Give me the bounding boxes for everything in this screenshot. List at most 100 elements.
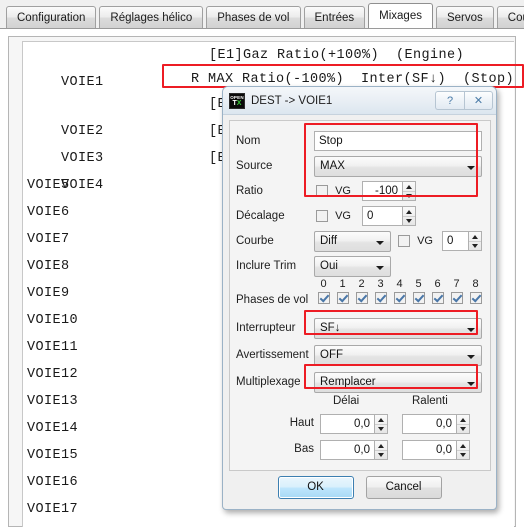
opentx-icon: OPEN TX (229, 92, 245, 109)
channel-label: VOIE5 (27, 178, 70, 193)
courbe-number-stepper[interactable]: 0 (442, 231, 483, 251)
channel-label: VOIE14 (27, 421, 79, 436)
help-icon[interactable]: ? (435, 91, 464, 110)
tab-configuration[interactable]: Configuration (6, 6, 97, 28)
bas-ralenti-stepper[interactable]: 0,0 (402, 440, 470, 460)
decalage-vg-checkbox[interactable] (316, 210, 328, 222)
field-row-avertissement: Avertissement OFF (230, 343, 490, 367)
field-row-decalage: Décalage VG 0 (230, 204, 490, 228)
source-label: Source (236, 160, 273, 172)
ok-button[interactable]: OK (277, 476, 354, 499)
interrupteur-label: Interrupteur (236, 322, 296, 334)
interrupteur-value: SF↓ (320, 322, 341, 334)
ratio-stepper[interactable]: -100 (362, 181, 417, 201)
channel-label: VOIE13 (27, 394, 79, 409)
courbe-number-value[interactable]: 0 (442, 231, 469, 251)
phase-checkbox-4[interactable] (393, 292, 406, 304)
close-icon[interactable]: ✕ (464, 91, 493, 110)
bas-delai-stepper[interactable]: 0,0 (320, 440, 388, 460)
tab-phases-de-vol[interactable]: Phases de vol (206, 6, 301, 28)
field-row-source: Source MAX (230, 154, 490, 178)
dialog-body: Nom Stop Source MAX Ratio VG -100 Décala… (229, 120, 491, 471)
channel-label: VOIE7 (27, 232, 70, 247)
list-item[interactable]: VOIE1 [E1]Gaz Ratio(+100%) (Engine) (23, 42, 514, 90)
chevron-down-icon (467, 355, 475, 359)
channel-label: VOIE8 (27, 259, 70, 274)
tab-bar: Configuration Réglages hélico Phases de … (0, 0, 524, 29)
nom-input[interactable]: Stop (314, 131, 482, 151)
decalage-label: Décalage (236, 210, 285, 222)
tab-reglages-helico[interactable]: Réglages hélico (99, 6, 204, 28)
inclure-trim-label: Inclure Trim (236, 260, 297, 272)
phase-number: 7 (453, 278, 460, 290)
ratio-stepper-buttons[interactable] (402, 181, 417, 201)
bas-delai-stepper-buttons[interactable] (374, 440, 388, 460)
courbe-vg-checkbox[interactable] (398, 235, 410, 247)
haut-ralenti-stepper-buttons[interactable] (456, 414, 470, 434)
chevron-down-icon (376, 266, 384, 270)
tab-entrees[interactable]: Entrées (303, 6, 366, 28)
avertissement-label: Avertissement (236, 349, 309, 361)
field-row-courbe: Courbe Diff VG 0 (230, 229, 490, 253)
ratio-value[interactable]: -100 (362, 181, 403, 201)
phase-number: 0 (320, 278, 327, 290)
haut-delai-stepper-buttons[interactable] (374, 414, 388, 434)
ratio-vg-checkbox[interactable] (316, 185, 328, 197)
decalage-stepper-buttons[interactable] (402, 206, 417, 226)
phase-number: 6 (434, 278, 441, 290)
phase-checkbox-1[interactable] (336, 292, 349, 304)
haut-delai-value[interactable]: 0,0 (320, 414, 374, 434)
courbe-value: Diff (320, 235, 338, 247)
courbe-select[interactable]: Diff (314, 231, 391, 252)
multiplexage-value: Remplacer (320, 376, 376, 388)
courbe-vg-label: VG (417, 235, 433, 247)
chevron-down-icon (467, 382, 475, 386)
phase-number: 2 (358, 278, 365, 290)
bas-ralenti-value[interactable]: 0,0 (402, 440, 456, 460)
field-row-multiplexage: Multiplexage Remplacer (230, 370, 490, 394)
courbe-number-stepper-buttons[interactable] (468, 231, 483, 251)
list-item[interactable]: VOIE18 (23, 523, 514, 527)
phase-number: 5 (415, 278, 422, 290)
dialog-titlebar[interactable]: OPEN TX DEST -> VOIE1 ? ✕ (223, 87, 496, 115)
decalage-value[interactable]: 0 (362, 206, 403, 226)
tab-servos[interactable]: Servos (435, 6, 494, 28)
interrupteur-select[interactable]: SF↓ (314, 318, 482, 339)
source-value: MAX (320, 160, 345, 172)
phase-checkbox-0[interactable] (317, 292, 330, 304)
phase-checkbox-8[interactable] (469, 292, 482, 304)
phase-checkbox-2[interactable] (355, 292, 368, 304)
source-select[interactable]: MAX (314, 156, 482, 177)
tab-courbes[interactable]: Courbes (496, 6, 524, 28)
bas-ralenti-stepper-buttons[interactable] (456, 440, 470, 460)
multiplexage-select[interactable]: Remplacer (314, 372, 482, 393)
phases-numbers: 0 1 2 3 4 5 6 7 8 (314, 278, 485, 290)
phase-number: 4 (396, 278, 403, 290)
inclure-trim-value: Oui (320, 260, 338, 272)
phase-checkbox-3[interactable] (374, 292, 387, 304)
inclure-trim-select[interactable]: Oui (314, 256, 391, 277)
ratio-label: Ratio (236, 185, 263, 197)
channel-label: VOIE12 (27, 367, 79, 382)
haut-ralenti-stepper[interactable]: 0,0 (402, 414, 470, 434)
bas-delai-value[interactable]: 0,0 (320, 440, 374, 460)
dialog-title: DEST -> VOIE1 (251, 94, 333, 107)
dialog-button-bar: OK Cancel (223, 476, 496, 499)
decalage-stepper[interactable]: 0 (362, 206, 417, 226)
haut-delai-stepper[interactable]: 0,0 (320, 414, 388, 434)
mix-edit-dialog[interactable]: OPEN TX DEST -> VOIE1 ? ✕ Nom Stop Source… (222, 86, 497, 510)
phase-checkbox-5[interactable] (412, 292, 425, 304)
field-row-ratio: Ratio VG -100 (230, 179, 490, 203)
cancel-button[interactable]: Cancel (365, 476, 442, 499)
avertissement-value: OFF (320, 349, 343, 361)
courbe-label: Courbe (236, 235, 274, 247)
haut-ralenti-value[interactable]: 0,0 (402, 414, 456, 434)
avertissement-select[interactable]: OFF (314, 345, 482, 366)
phase-checkbox-6[interactable] (431, 292, 444, 304)
channel-label: VOIE10 (27, 313, 79, 328)
phases-label: Phases de vol (236, 294, 309, 306)
phase-number: 3 (377, 278, 384, 290)
phase-checkbox-7[interactable] (450, 292, 463, 304)
tab-mixages[interactable]: Mixages (368, 3, 433, 28)
mix-expression: [E1]Gaz Ratio(+100%) (Engine) (209, 48, 465, 63)
